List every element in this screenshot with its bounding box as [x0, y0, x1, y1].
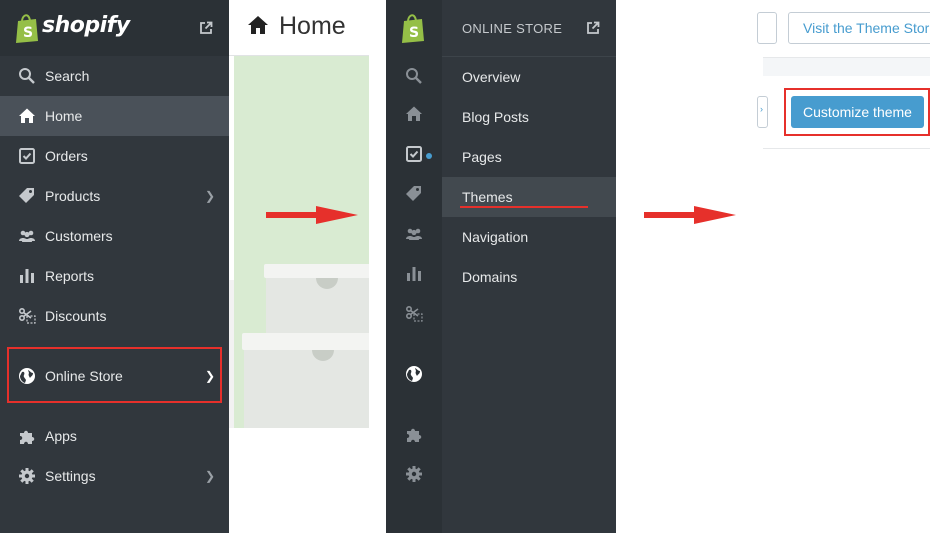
- home-icon[interactable]: [405, 105, 423, 123]
- tag-icon: [19, 188, 34, 203]
- collapsed-sidebar: S: [386, 0, 442, 533]
- sidebar-item-label: Search: [45, 68, 90, 84]
- submenu-item-blog-posts[interactable]: Blog Posts: [442, 97, 616, 137]
- customers-icon[interactable]: [405, 225, 423, 243]
- home-page-preview: Home: [229, 0, 369, 533]
- sidebar-item-orders[interactable]: Orders: [0, 136, 229, 176]
- sidebar-item-label: Orders: [45, 148, 88, 164]
- submenu-title: ONLINE STORE: [462, 21, 563, 36]
- online-store-submenu: ONLINE STORE Overview Blog Posts Pages T…: [442, 0, 616, 533]
- cropped-button[interactable]: [757, 12, 777, 44]
- shopify-logo-text: shopify: [42, 13, 130, 38]
- highlight-box-customize-theme: [784, 88, 930, 136]
- sidebar-item-label: Discounts: [45, 308, 107, 324]
- highlight-box-online-store: [7, 347, 222, 403]
- external-link-icon[interactable]: [586, 21, 600, 35]
- orders-icon: [19, 148, 35, 164]
- home-icon: [19, 108, 35, 123]
- discounts-icon: [18, 307, 36, 324]
- page-header: Home: [229, 0, 369, 56]
- reports-icon: [20, 269, 34, 283]
- main-sidebar: S shopify Search Home Orders Products ❯ …: [0, 0, 229, 533]
- submenu-item-themes[interactable]: Themes: [442, 177, 616, 217]
- sidebar-item-customers[interactable]: Customers: [0, 216, 229, 256]
- search-icon[interactable]: [405, 67, 423, 85]
- submenu-item-label: Domains: [462, 269, 518, 285]
- illustration-edge: [229, 280, 234, 428]
- themes-page-preview: Visit the Theme Store › Customize theme: [757, 0, 930, 533]
- sidebar-item-label: Customers: [45, 228, 113, 244]
- logo-bar: S shopify: [0, 0, 229, 56]
- sidebar-item-label: Apps: [45, 428, 77, 444]
- online-store-navigation: S ONLINE STORE Overview Blog Posts Pages…: [386, 0, 616, 533]
- chevron-right-icon: ❯: [204, 189, 215, 203]
- page-title: Home: [279, 12, 346, 40]
- submenu-item-label: Overview: [462, 69, 521, 85]
- shopify-bag-icon: S: [16, 14, 38, 43]
- illustration-box: [266, 276, 369, 338]
- search-icon: [19, 68, 35, 84]
- svg-text:S: S: [409, 25, 419, 41]
- external-link-icon[interactable]: [199, 21, 213, 35]
- divider: [763, 148, 930, 149]
- visit-theme-store-button[interactable]: Visit the Theme Store: [788, 12, 930, 44]
- chevron-right-icon: ❯: [204, 469, 215, 483]
- settings-icon[interactable]: [405, 465, 423, 483]
- sidebar-item-discounts[interactable]: Discounts: [0, 296, 229, 336]
- apps-icon[interactable]: [405, 425, 423, 443]
- submenu-item-navigation[interactable]: Navigation: [442, 217, 616, 257]
- sidebar-item-label: Reports: [45, 268, 95, 284]
- chevron-right-icon: ›: [760, 104, 763, 114]
- sidebar-item-label: Products: [45, 188, 101, 204]
- arrow-right-icon: [266, 206, 358, 224]
- svg-text:S: S: [23, 25, 33, 41]
- globe-icon[interactable]: [405, 365, 423, 383]
- sidebar-item-products[interactable]: Products ❯: [0, 176, 229, 216]
- home-illustration: [234, 56, 369, 428]
- submenu-item-label: Blog Posts: [462, 109, 529, 125]
- apps-icon: [20, 430, 35, 444]
- sidebar-item-reports[interactable]: Reports: [0, 256, 229, 296]
- illustration-box-lid: [242, 333, 369, 350]
- reports-icon[interactable]: [405, 265, 423, 283]
- notification-dot: [426, 153, 432, 159]
- section-divider-bar: [763, 57, 930, 76]
- discounts-icon[interactable]: [405, 305, 423, 323]
- sidebar-item-search[interactable]: Search: [0, 56, 229, 96]
- submenu-item-label: Navigation: [462, 229, 529, 245]
- sidebar-item-label: Home: [45, 108, 83, 124]
- settings-icon: [19, 468, 35, 484]
- cropped-dropdown-button[interactable]: ›: [757, 96, 768, 128]
- illustration-box-lid: [264, 264, 369, 278]
- home-icon: [248, 16, 268, 34]
- illustration-box: [244, 348, 369, 428]
- highlight-underline: [460, 206, 588, 208]
- sidebar-item-apps[interactable]: Apps: [0, 416, 229, 456]
- orders-icon[interactable]: [405, 145, 423, 163]
- tag-icon[interactable]: [405, 185, 423, 203]
- shopify-bag-icon: S: [402, 14, 424, 43]
- submenu-item-pages[interactable]: Pages: [442, 137, 616, 177]
- sidebar-item-label: Settings: [45, 468, 96, 484]
- customers-icon: [19, 230, 35, 242]
- submenu-item-domains[interactable]: Domains: [442, 257, 616, 297]
- arrow-right-icon: [644, 206, 736, 224]
- submenu-item-overview[interactable]: Overview: [442, 57, 616, 97]
- submenu-item-label: Pages: [462, 149, 502, 165]
- submenu-item-label: Themes: [462, 189, 513, 205]
- sidebar-item-home[interactable]: Home: [0, 96, 229, 136]
- sidebar-item-settings[interactable]: Settings ❯: [0, 456, 229, 496]
